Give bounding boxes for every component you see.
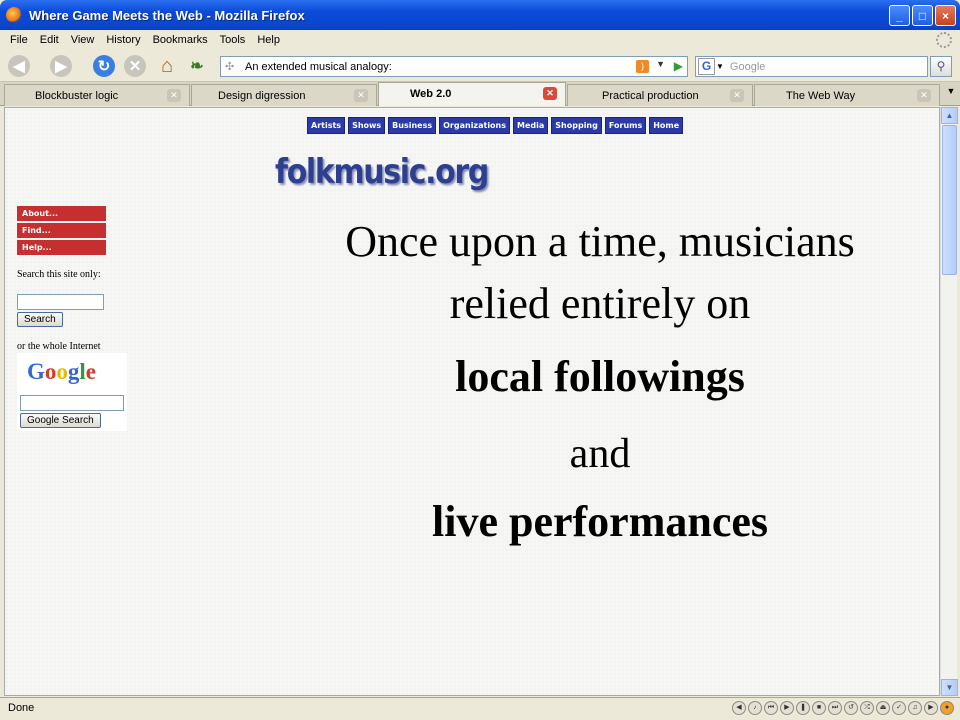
pause-icon[interactable]: ❚ [796,701,810,715]
leaf-addon-icon[interactable]: ❧ [186,55,208,77]
scroll-thumb[interactable] [942,125,957,275]
skip-forward-icon[interactable]: ⏭ [828,701,842,715]
search-placeholder[interactable]: Google [730,61,765,73]
minimize-button[interactable]: _ [889,5,910,26]
tab-close-icon[interactable]: ✕ [543,87,557,100]
search-bar[interactable]: G ▼ Google [695,56,928,77]
url-text[interactable]: An extended musical analogy: [245,61,392,73]
firefox-status-icon[interactable]: ● [940,701,954,715]
tab-design-digression[interactable]: Design digression ✕ [191,84,377,106]
tab-label: Design digression [218,90,306,102]
back-arrow-icon[interactable]: ◀ [8,55,30,77]
window-titlebar[interactable]: Where Game Meets the Web - Mozilla Firef… [0,0,960,30]
maximize-button[interactable]: □ [912,5,933,26]
site-search-button[interactable]: Search [17,312,63,327]
side-about-button[interactable]: About... [17,206,106,221]
url-dropdown-icon[interactable]: ▼ [656,59,665,69]
nav-home[interactable]: Home [649,117,684,134]
home-icon[interactable]: ⌂ [156,55,178,77]
google-search-input[interactable] [20,395,124,411]
menu-edit[interactable]: Edit [40,34,59,46]
prev-icon[interactable]: ◀ [732,701,746,715]
url-bar[interactable]: ✣ An extended musical analogy: ) ▼ ▶ [220,56,688,77]
site-top-nav: Artists Shows Business Organizations Med… [307,117,684,134]
google-logo: Google [27,359,96,384]
firefox-logo-icon [6,7,22,23]
tab-blockbuster-logic[interactable]: Blockbuster logic ✕ [4,84,190,106]
site-icon: ✣ [225,61,235,73]
status-bar: Done ◀ ♪ ⏮ ▶ ❚ ■ ⏭ ↺ ⤮ ⏏ ✓ ♫ ▶ ● [0,697,960,720]
tab-close-icon[interactable]: ✕ [730,89,744,102]
scroll-down-arrow-icon[interactable]: ▼ [941,679,958,696]
status-controls: ◀ ♪ ⏮ ▶ ❚ ■ ⏭ ↺ ⤮ ⏏ ✓ ♫ ▶ ● [732,701,954,715]
menu-history[interactable]: History [106,34,140,46]
nav-shopping[interactable]: Shopping [551,117,602,134]
menu-bookmarks[interactable]: Bookmarks [153,34,208,46]
google-search-button[interactable]: Google Search [20,413,101,428]
tab-close-icon[interactable]: ✕ [354,89,368,102]
rss-feed-icon[interactable]: ) [636,60,649,73]
tab-list-dropdown-icon[interactable]: ▼ [944,86,958,102]
forward-arrow-icon[interactable]: ▶ [50,55,72,77]
nav-business[interactable]: Business [388,117,437,134]
eject-icon[interactable]: ⏏ [876,701,890,715]
side-find-button[interactable]: Find... [17,223,106,238]
media-icon[interactable]: ♪ [748,701,762,715]
slide-line-4: and [569,431,631,477]
window-title: Where Game Meets the Web - Mozilla Firef… [29,7,305,23]
menu-view[interactable]: View [71,34,95,46]
tab-label: Blockbuster logic [35,90,119,102]
google-engine-icon[interactable]: G [698,58,715,75]
tab-web-2-0[interactable]: Web 2.0 ✕ [378,82,566,106]
shuffle-icon[interactable]: ⤮ [860,701,874,715]
volume-icon[interactable]: ♫ [908,701,922,715]
reload-icon[interactable]: ↻ [93,55,115,77]
nav-shows[interactable]: Shows [348,117,386,134]
tab-close-icon[interactable]: ✕ [167,89,181,102]
tab-bar: Blockbuster logic ✕ Design digression ✕ … [0,82,960,106]
slide-line-5: live performances [432,497,768,546]
close-button[interactable]: × [935,5,956,26]
slide-line-2: relied entirely on [449,279,751,328]
whole-internet-label: or the whole Internet [17,341,101,352]
stop-icon[interactable]: ✕ [124,55,146,77]
tab-the-web-way[interactable]: The Web Way ✕ [754,84,940,106]
nav-media[interactable]: Media [513,117,549,134]
play-icon[interactable]: ▶ [780,701,794,715]
tab-practical-production[interactable]: Practical production ✕ [567,84,753,106]
throbber-icon [936,32,952,48]
scroll-up-arrow-icon[interactable]: ▲ [941,107,958,124]
google-search-box: Google Google Search [17,353,127,431]
tab-label: Practical production [602,90,699,102]
skip-back-icon[interactable]: ⏮ [764,701,778,715]
tab-label: Web 2.0 [410,88,452,100]
navigation-toolbar: ◀ ▶ ↻ ✕ ⌂ ❧ ✣ An extended musical analog… [0,50,960,82]
menu-tools[interactable]: Tools [220,34,246,46]
nav-forums[interactable]: Forums [604,117,647,134]
nav-artists[interactable]: Artists [307,117,346,134]
site-logo[interactable]: folkmusic.org [275,152,489,192]
go-arrow-icon[interactable]: ▶ [674,59,683,73]
search-site-label: Search this site only: [17,269,101,280]
status-text: Done [8,702,35,714]
tab-label: The Web Way [786,90,856,102]
check-icon[interactable]: ✓ [892,701,906,715]
nav-organizations[interactable]: Organizations [439,117,511,134]
slide-text-intro: Once upon a time, musicians relied entir… [275,211,925,335]
slide-line-3: local followings [455,352,745,401]
engine-dropdown-icon[interactable]: ▼ [716,62,724,71]
menu-file[interactable]: File [10,34,28,46]
site-search-input[interactable] [17,294,104,310]
side-help-button[interactable]: Help... [17,240,106,255]
tab-close-icon[interactable]: ✕ [917,89,931,102]
search-magnifier-icon[interactable]: ⚲ [930,56,952,77]
repeat-icon[interactable]: ↺ [844,701,858,715]
page-content: Artists Shows Business Organizations Med… [4,107,940,696]
menu-help[interactable]: Help [257,34,280,46]
next-icon[interactable]: ▶ [924,701,938,715]
vertical-scrollbar[interactable]: ▲ ▼ [940,107,958,696]
menubar: File Edit View History Bookmarks Tools H… [0,30,960,50]
slide-line-1: Once upon a time, musicians [345,217,855,266]
stop-icon[interactable]: ■ [812,701,826,715]
